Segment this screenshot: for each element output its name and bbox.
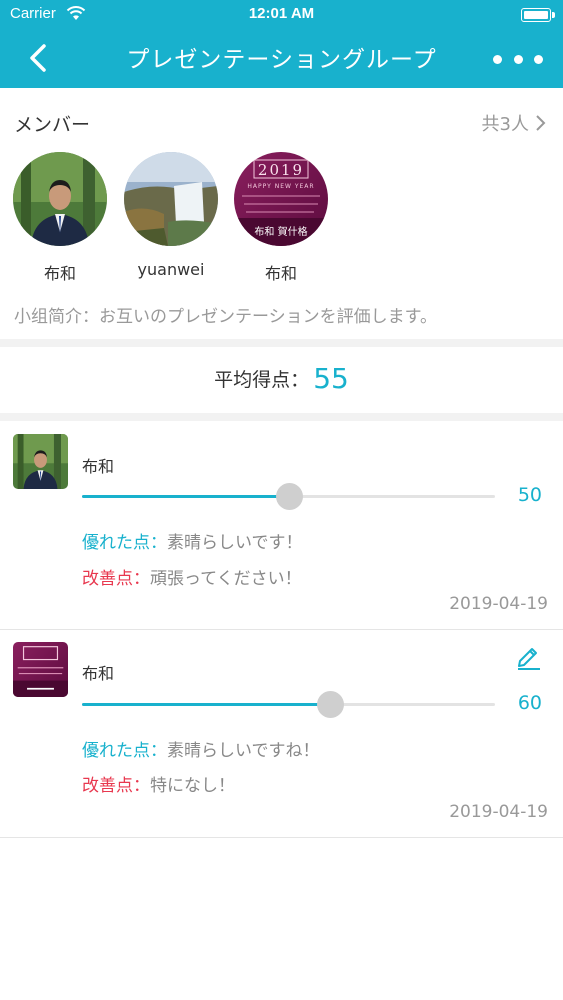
slider-fill: [82, 703, 330, 706]
avatar: [124, 152, 218, 246]
score-slider[interactable]: [82, 481, 495, 511]
reviewer-name: 布和: [82, 664, 115, 683]
reviewer-name: 布和: [82, 457, 115, 476]
member-item[interactable]: 2019 HAPPY NEW YEAR 布和 賀什格 布和: [233, 152, 329, 284]
improvement-points-text: 特になし！: [150, 776, 235, 796]
battery-icon: [521, 8, 555, 22]
dot-icon: [513, 54, 523, 64]
more-options-button[interactable]: [493, 44, 543, 74]
waterfall-photo-icon: [124, 152, 218, 246]
good-points: 優れた点：素晴らしいです！: [82, 528, 303, 553]
reviewer-avatar: [13, 642, 68, 697]
pencil-icon: [518, 648, 540, 670]
page-title: プレゼンテーショングループ: [126, 47, 437, 73]
status-bar: Carrier 12:01 AM: [0, 0, 563, 30]
group-intro: 小组简介：お互いのプレゼンテーションを評価します。: [14, 307, 437, 327]
card-sign-text: 布和 賀什格: [254, 227, 308, 238]
portrait-photo-icon: [13, 152, 107, 246]
average-score: 平均得点： 55: [0, 362, 563, 395]
review-date: 2019-04-19: [449, 802, 548, 822]
member-item[interactable]: 布和: [12, 152, 108, 284]
members-title: メンバー: [14, 114, 91, 136]
avatar: [13, 152, 107, 246]
new-year-card-icon: [13, 642, 68, 697]
review-item: 布和 60 優れた点：素晴らしいですね！ 改善点：特になし！ 2019-04-1…: [0, 630, 563, 837]
improvement-points-label: 改善点：: [82, 569, 150, 589]
member-count: 共3人: [481, 114, 529, 135]
review-score: 60: [517, 692, 542, 714]
average-score-value: 55: [313, 362, 349, 395]
improvement-points-text: 頑張ってください！: [150, 569, 302, 589]
reviewer-avatar: [13, 434, 68, 489]
score-slider[interactable]: [82, 689, 495, 719]
improvement-points-label: 改善点：: [82, 776, 150, 796]
member-name: 布和: [264, 264, 297, 283]
review-item: 布和 50 優れた点：素晴らしいです！ 改善点：頑張ってください！ 2019-0…: [0, 421, 563, 629]
edit-review-button[interactable]: [515, 642, 543, 670]
chevron-right-icon: [536, 115, 546, 131]
member-item[interactable]: yuanwei: [123, 152, 219, 279]
member-count-link[interactable]: 共3人: [482, 110, 547, 136]
section-divider: [0, 339, 563, 347]
clock: 12:01 AM: [248, 5, 315, 22]
slider-thumb[interactable]: [276, 483, 303, 510]
review-score: 50: [517, 484, 542, 506]
average-score-label: 平均得点：: [214, 369, 310, 391]
slider-thumb[interactable]: [317, 691, 344, 718]
good-points-label: 優れた点：: [82, 741, 167, 761]
app-header: Carrier 12:01 AM プレゼンテーショングループ: [0, 0, 563, 88]
section-divider: [0, 413, 563, 421]
back-button[interactable]: [20, 38, 60, 78]
good-points-label: 優れた点：: [82, 533, 167, 553]
slider-fill: [82, 495, 289, 498]
good-points: 優れた点：素晴らしいですね！: [82, 736, 320, 761]
card-greeting-text: HAPPY NEW YEAR: [247, 183, 315, 190]
improvement-points: 改善点：特になし！: [82, 771, 235, 796]
member-name: yuanwei: [137, 260, 205, 279]
card-year-text: 2019: [257, 161, 305, 179]
dot-icon: [493, 54, 502, 64]
row-divider: [0, 837, 563, 838]
good-points-text: 素晴らしいですね！: [167, 741, 320, 761]
member-name: 布和: [43, 264, 76, 283]
portrait-photo-icon: [13, 434, 68, 489]
dot-icon: [534, 54, 543, 64]
good-points-text: 素晴らしいです！: [167, 533, 303, 553]
review-date: 2019-04-19: [449, 594, 548, 614]
improvement-points: 改善点：頑張ってください！: [82, 564, 302, 589]
avatar: 2019 HAPPY NEW YEAR 布和 賀什格: [234, 152, 328, 246]
chevron-left-icon: [30, 44, 46, 72]
